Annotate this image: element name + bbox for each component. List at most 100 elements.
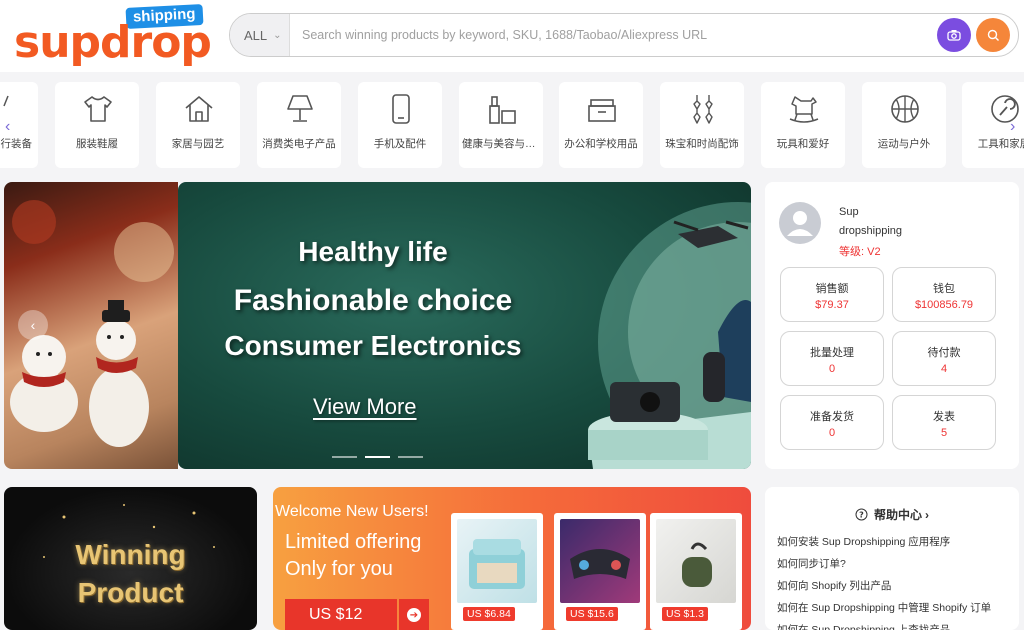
stat-value: 5 (940, 427, 948, 439)
wrench-icon (991, 95, 1019, 123)
category-label: 健康与美容与个... (462, 138, 543, 150)
stat-published[interactable]: 发表 5 (892, 395, 996, 450)
stat-pending-payment[interactable]: 待付款 4 (892, 331, 996, 386)
category-item[interactable]: 家居与园艺 (156, 82, 240, 168)
image-search-button[interactable] (937, 18, 971, 52)
banner-prev-button[interactable]: ‹ (18, 310, 48, 340)
category-item[interactable]: 手机及配件 (358, 82, 442, 168)
help-link[interactable]: 如何同步订单? (777, 556, 1007, 571)
category-label: 玩具和爱好 (776, 138, 830, 150)
view-more-link[interactable]: View More (313, 394, 417, 420)
electronics-illustration (588, 202, 751, 469)
product-card[interactable]: US $15.6 (554, 513, 646, 630)
product-price: US $15.6 (566, 607, 618, 621)
arrow-right-icon: ➔ (407, 608, 421, 622)
earrings-icon (693, 95, 713, 124)
camera-icon (947, 30, 961, 41)
stat-label: 待付款 (927, 347, 961, 359)
supdrop-logo[interactable]: shipping supdrop (14, 4, 214, 70)
user-name-line2: dropshipping (839, 225, 902, 237)
category-prev-arrow[interactable]: ‹ (5, 118, 10, 136)
stat-label: 发表 (933, 411, 955, 423)
category-item[interactable]: 运动与户外 (862, 82, 946, 168)
carousel-dot[interactable] (332, 456, 357, 458)
product-card[interactable]: US $6.84 (451, 513, 543, 630)
tshirt-icon (84, 96, 112, 122)
category-label: 家居与园艺 (171, 138, 225, 150)
category-next-arrow[interactable]: › (1010, 118, 1015, 136)
user-name-line1: Sup (839, 206, 859, 218)
stat-wallet[interactable]: 钱包 $100856.79 (892, 267, 996, 322)
carousel-dot[interactable] (398, 456, 423, 458)
svg-text:?: ? (859, 511, 864, 520)
user-level: 等级: V2 (839, 246, 881, 258)
search-bar: ALL ⌄ (229, 13, 1019, 57)
product-image (560, 519, 640, 603)
welcome-go-button[interactable]: ➔ (399, 599, 429, 630)
carousel-dots (332, 456, 423, 458)
box-icon (588, 99, 616, 122)
question-icon: ? (855, 508, 868, 521)
product-price: US $1.3 (662, 607, 708, 621)
banner-headline-2: Fashionable choice (233, 284, 513, 317)
user-icon (787, 211, 813, 236)
stat-value: $100856.79 (914, 299, 974, 311)
welcome-subtitle-2: Only for you (285, 558, 393, 580)
category-item[interactable]: 服装鞋履 (55, 82, 139, 168)
stat-sales[interactable]: 销售额 $79.37 (780, 267, 884, 322)
category-item[interactable]: 玩具和爱好 (761, 82, 845, 168)
winning-product-banner[interactable]: Winning Product (4, 487, 257, 630)
category-item[interactable]: 健康与美容与个... (459, 82, 543, 168)
product-card[interactable]: US $1.3 (650, 513, 742, 630)
category-strip: 行装备 服装鞋履 家居与园艺 消费类电子产品 手机及配件 健康与美容与个... … (0, 82, 1024, 168)
category-label: 办公和学校用品 (564, 138, 638, 150)
carousel-dot-active[interactable] (365, 456, 390, 458)
help-center-panel: ? 帮助中心 › 如何安装 Sup Dropshipping 应用程序 如何同步订单… (765, 487, 1019, 630)
category-label: 手机及配件 (373, 138, 427, 150)
product-image (656, 519, 736, 603)
help-link[interactable]: 如何在 Sup Dropshipping 中管理 Shopify 订单 (777, 600, 1007, 615)
phone-icon (392, 94, 410, 124)
chevron-right-icon: › (925, 508, 929, 522)
stat-bulk-process[interactable]: 批量处理 0 (780, 331, 884, 386)
category-label: 消费类电子产品 (262, 138, 336, 150)
help-link[interactable]: 如何安装 Sup Dropshipping 应用程序 (777, 534, 1007, 549)
stat-label: 钱包 (933, 283, 955, 295)
rocking-horse-icon (789, 96, 819, 123)
category-item[interactable]: 办公和学校用品 (559, 82, 643, 168)
help-center-header[interactable]: ? 帮助中心 › (765, 506, 1019, 523)
banner-headline-1: Healthy life (298, 236, 448, 267)
welcome-new-users-banner: Welcome New Users! Limited offering Only… (273, 487, 751, 630)
category-label: 珠宝和时尚配饰 (665, 138, 739, 150)
welcome-price-button[interactable]: US $12 (285, 599, 397, 630)
search-scope-select[interactable]: ALL ⌄ (230, 14, 290, 56)
category-label: 行装备 (0, 138, 33, 150)
welcome-title: Welcome New Users! (275, 503, 429, 520)
category-label: 运动与户外 (877, 138, 931, 150)
help-link[interactable]: 如何向 Shopify 列出产品 (777, 578, 1007, 593)
category-item[interactable]: 珠宝和时尚配饰 (660, 82, 744, 168)
user-panel: Sup dropshipping 等级: V2 销售额 $79.37 钱包 $1… (765, 182, 1019, 469)
basketball-icon (891, 95, 919, 123)
help-center-title: 帮助中心 (873, 508, 922, 522)
stat-value: 0 (828, 427, 836, 439)
logo-wordmark: supdrop (14, 17, 212, 68)
product-price: US $6.84 (463, 607, 515, 621)
stat-label: 准备发货 (810, 411, 854, 423)
stat-ready-to-ship[interactable]: 准备发货 0 (780, 395, 884, 450)
chevron-down-icon: ⌄ (273, 29, 282, 41)
stat-label: 销售额 (815, 283, 849, 295)
avatar[interactable] (779, 202, 821, 244)
cosmetics-icon (489, 96, 516, 124)
house-icon (185, 96, 213, 122)
hero-banner[interactable]: Healthy life Fashionable choice Consumer… (178, 182, 751, 469)
stat-value: $79.37 (815, 299, 849, 311)
top-header: shipping supdrop ALL ⌄ (0, 0, 1024, 72)
search-input[interactable] (292, 14, 932, 56)
category-label: 工具和家居 (977, 138, 1024, 150)
category-label: 服装鞋履 (76, 138, 118, 150)
stat-label: 批量处理 (810, 347, 854, 359)
category-item[interactable]: 消费类电子产品 (257, 82, 341, 168)
help-link[interactable]: 如何在 Sup Dropshipping 上查找产品 (777, 622, 1007, 630)
search-button[interactable] (976, 18, 1010, 52)
